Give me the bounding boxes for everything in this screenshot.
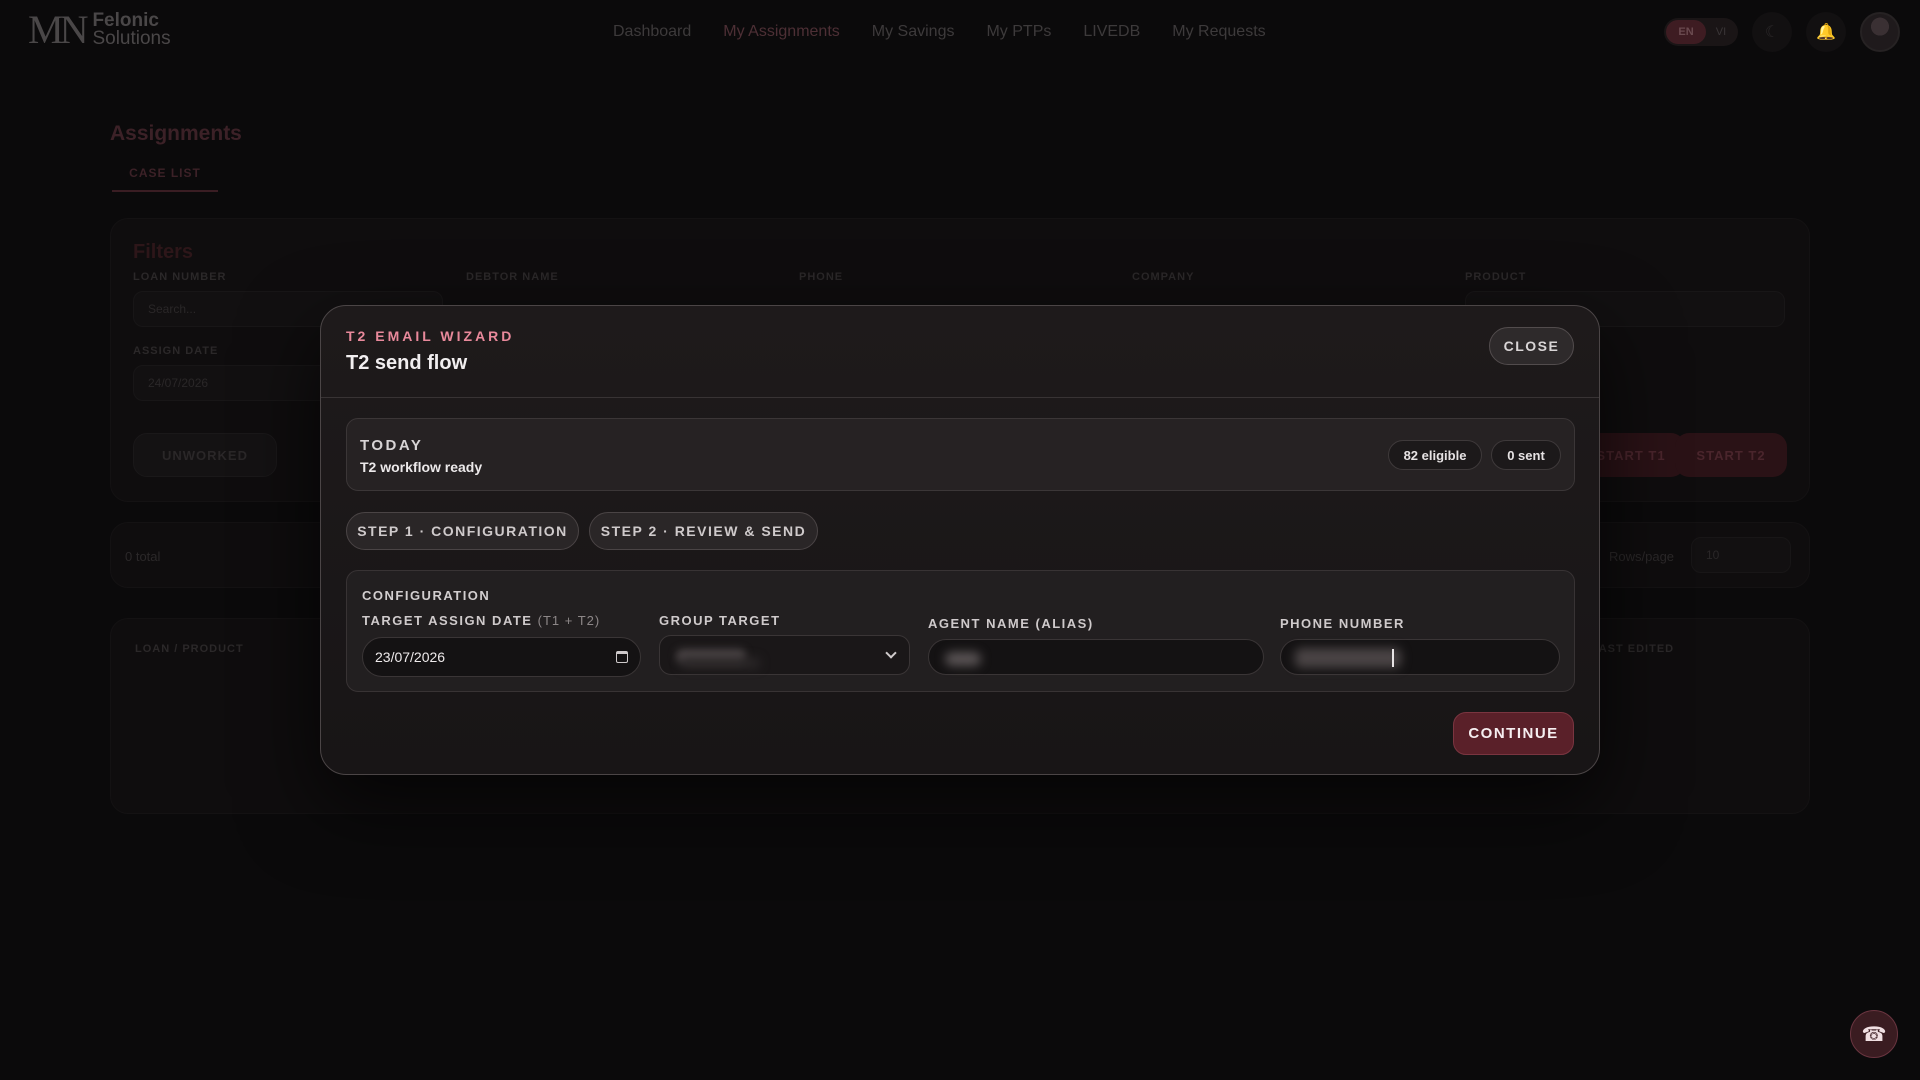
chevron-down-icon <box>885 647 897 659</box>
today-status: T2 workflow ready <box>360 459 483 475</box>
tab-step-review-send[interactable]: STEP 2 · REVIEW & SEND <box>589 512 818 550</box>
filters-title: Filters <box>133 241 194 263</box>
rows-per-page-select[interactable]: 10 <box>1691 537 1791 573</box>
phone-number-value-redacted <box>1295 648 1401 668</box>
target-date-value: 23/07/2026 <box>375 649 446 665</box>
tab-case-list[interactable]: CASE LIST <box>112 166 218 192</box>
modal-header: T2 EMAIL WIZARD T2 send flow CLOSE <box>321 306 1599 398</box>
nav-link-my-ptps[interactable]: My PTPs <box>970 20 1067 44</box>
agent-name-value-redacted <box>945 652 981 666</box>
label-company: COMPANY <box>1132 271 1195 283</box>
page-title: Assignments <box>110 122 242 145</box>
avatar[interactable] <box>1860 12 1900 52</box>
agent-name-input[interactable] <box>928 639 1264 675</box>
logo-mark: MN <box>28 7 88 52</box>
group-target-select[interactable] <box>659 635 910 675</box>
nav-link-dashboard[interactable]: Dashboard <box>597 20 707 44</box>
modal-title: T2 send flow <box>346 352 468 374</box>
target-date-input[interactable]: 23/07/2026 <box>362 637 641 677</box>
moon-icon[interactable]: ☾ <box>1752 12 1792 52</box>
logo-line2: Solutions <box>92 28 171 49</box>
target-date-hint: (T1 + T2) <box>537 613 601 628</box>
label-debtor-name: DEBTOR NAME <box>466 271 559 283</box>
lang-vi[interactable]: VI <box>1706 26 1736 38</box>
logo: MN Felonic Solutions <box>28 10 171 50</box>
start-t2-button[interactable]: START T2 <box>1675 433 1787 477</box>
phone-number-label: PHONE NUMBER <box>1280 616 1405 631</box>
top-nav: MN Felonic Solutions Dashboard My Assign… <box>0 0 1920 64</box>
bell-icon[interactable]: 🔔 <box>1806 12 1846 52</box>
col-loan-product[interactable]: LOAN / PRODUCT <box>135 643 244 655</box>
phone-number-input[interactable] <box>1280 639 1560 675</box>
lang-en[interactable]: EN <box>1666 20 1706 44</box>
nav-link-my-assignments[interactable]: My Assignments <box>707 20 855 44</box>
calendar-icon[interactable] <box>616 651 628 663</box>
nav-link-my-savings[interactable]: My Savings <box>856 20 971 44</box>
modal-kicker: T2 EMAIL WIZARD <box>346 328 515 344</box>
configuration-card: CONFIGURATION TARGET ASSIGN DATE (T1 + T… <box>346 570 1575 692</box>
today-status-card: TODAY T2 workflow ready 82 eligible 0 se… <box>346 418 1575 491</box>
group-target-label: GROUP TARGET <box>659 613 781 628</box>
sent-badge: 0 sent <box>1491 440 1561 470</box>
t2-email-wizard-modal: T2 EMAIL WIZARD T2 send flow CLOSE TODAY… <box>320 305 1600 775</box>
tab-step-configuration[interactable]: STEP 1 · CONFIGURATION <box>346 512 579 550</box>
col-last-edited[interactable]: LAST EDITED <box>1591 643 1674 655</box>
close-button[interactable]: CLOSE <box>1489 327 1574 365</box>
total-count: 0 total <box>125 549 161 564</box>
nav-link-livedb[interactable]: LIVEDB <box>1067 20 1156 44</box>
label-product: PRODUCT <box>1465 271 1527 283</box>
unworked-toggle[interactable]: UNWORKED <box>133 433 277 477</box>
language-toggle[interactable]: EN VI <box>1664 18 1738 46</box>
today-label: TODAY <box>360 437 424 454</box>
nav-link-my-requests[interactable]: My Requests <box>1156 20 1281 44</box>
target-date-label: TARGET ASSIGN DATE (T1 + T2) <box>362 613 601 628</box>
configuration-title: CONFIGURATION <box>362 588 491 603</box>
continue-button[interactable]: CONTINUE <box>1453 712 1574 755</box>
nav-links: Dashboard My Assignments My Savings My P… <box>597 20 1282 44</box>
rows-per-page-label: Rows/page <box>1609 549 1675 564</box>
nav-right: EN VI ☾ 🔔 <box>1664 12 1900 52</box>
label-assign-date: ASSIGN DATE <box>133 345 219 357</box>
phone-icon[interactable]: ☎ <box>1850 1010 1898 1058</box>
label-loan-number: LOAN NUMBER <box>133 271 227 283</box>
eligible-badge: 82 eligible <box>1388 440 1482 470</box>
text-caret <box>1392 649 1394 667</box>
agent-name-label: AGENT NAME (ALIAS) <box>928 616 1094 631</box>
label-phone: PHONE <box>799 271 844 283</box>
